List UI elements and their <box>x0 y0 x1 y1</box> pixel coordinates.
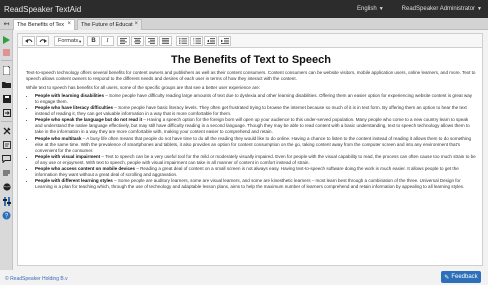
align-justify-icon[interactable] <box>159 36 172 46</box>
bold-icon[interactable]: B <box>87 36 100 46</box>
tools-icon[interactable] <box>2 126 11 135</box>
translate-icon[interactable] <box>2 154 11 163</box>
list-item-text: – A busy life often means that people do… <box>35 135 472 153</box>
lead-paragraph: While text to speech has benefits for al… <box>26 84 261 90</box>
list-item-heading: People with learning disabilities <box>35 93 104 99</box>
export-icon[interactable] <box>2 108 11 117</box>
list-item: People who access content on mobile devi… <box>35 166 476 178</box>
tab-bar: ↤ The Benefits of Tex × The Future of Ed… <box>0 18 488 30</box>
chevron-down-icon: ▼ <box>477 6 482 12</box>
benefits-list: People with learning disabilities – Some… <box>26 93 476 190</box>
open-folder-icon[interactable] <box>2 80 11 89</box>
document-body: Text-to-speech technology offers several… <box>26 70 476 190</box>
language-label: English <box>357 6 377 12</box>
user-name: ReadSpeaker Administrator <box>401 6 476 12</box>
stop-icon[interactable] <box>2 48 11 57</box>
chevron-down-icon: ▼ <box>378 6 384 12</box>
list-item: People who have literacy difficulties – … <box>35 105 476 117</box>
document-editor[interactable]: The Benefits of Text to Speech Text-to-s… <box>17 48 483 266</box>
highlight-icon[interactable] <box>2 168 11 177</box>
bullet-list-icon[interactable] <box>176 36 189 46</box>
intro-paragraph: Text-to-speech technology offers several… <box>26 70 476 81</box>
top-right-menu: English ▼ ReadSpeaker Administrator ▼ <box>357 6 488 12</box>
list-item: People with different learning styles – … <box>35 178 476 190</box>
numbered-list-icon[interactable] <box>190 36 203 46</box>
list-item-heading: People who speak the language but do not… <box>35 117 143 123</box>
collapse-arrow-icon[interactable]: ↤ <box>0 18 13 30</box>
help-icon[interactable]: ? <box>2 211 11 220</box>
copyright-link[interactable]: © ReadSpeaker Holding B.v <box>5 276 68 282</box>
document-title: The Benefits of Text to Speech <box>171 54 331 66</box>
indent-icon[interactable] <box>218 36 231 46</box>
feedback-button[interactable]: ✎ Feedback <box>441 271 481 283</box>
list-item-heading: People who have literacy difficulties <box>35 105 114 111</box>
tab-document-2[interactable]: The Future of Educat × <box>77 19 142 30</box>
list-item-heading: People with visual impairment <box>35 153 101 159</box>
list-item-heading: People with different learning styles <box>35 178 113 184</box>
tab-label: The Benefits of Tex <box>17 22 64 28</box>
align-right-icon[interactable] <box>145 36 158 46</box>
dictionary-icon[interactable] <box>2 140 11 149</box>
close-icon[interactable]: × <box>134 21 138 27</box>
play-icon[interactable] <box>2 35 11 44</box>
language-dropdown[interactable]: English ▼ <box>357 6 384 12</box>
app-title: ReadSpeaker TextAid <box>4 4 82 14</box>
sidebar-divider <box>1 60 12 61</box>
align-left-icon[interactable] <box>117 36 130 46</box>
close-icon[interactable]: × <box>67 21 71 27</box>
user-menu[interactable]: ReadSpeaker Administrator ▼ <box>402 6 482 12</box>
undo-icon[interactable] <box>22 36 35 46</box>
save-icon[interactable] <box>2 94 11 103</box>
list-item: People who speak the language but do not… <box>35 117 476 135</box>
tab-document-1[interactable]: The Benefits of Tex × <box>13 19 75 30</box>
list-item: People who multitask – A busy life often… <box>35 136 476 154</box>
tab-label: The Future of Educat <box>81 22 133 28</box>
list-item-heading: People who access content on mobile devi… <box>35 165 136 171</box>
formats-label: Formats <box>58 38 79 44</box>
redo-icon[interactable] <box>36 36 49 46</box>
editor-toolbar: Formats ▼ B I <box>17 33 483 48</box>
chat-icon: ✎ <box>444 274 450 281</box>
align-center-icon[interactable] <box>131 36 144 46</box>
chevron-down-icon: ▼ <box>78 38 83 44</box>
list-item: People with learning disabilities – Some… <box>35 93 476 105</box>
top-bar: ReadSpeaker TextAid English ▼ ReadSpeaker… <box>0 0 488 18</box>
list-item: People with visual impairment – Text to … <box>35 154 476 166</box>
sidebar-divider <box>1 121 12 122</box>
feedback-label: Feedback <box>451 274 478 280</box>
formats-dropdown[interactable]: Formats ▼ <box>54 36 84 46</box>
globe-icon[interactable] <box>2 182 11 191</box>
left-sidebar: ? <box>0 30 13 270</box>
italic-icon[interactable]: I <box>101 36 114 46</box>
list-item-heading: People who multitask <box>35 135 82 141</box>
outdent-icon[interactable] <box>204 36 217 46</box>
list-item-text: – Text to speech can be a very useful to… <box>35 153 476 165</box>
new-document-icon[interactable] <box>2 66 11 75</box>
settings-icon[interactable] <box>2 197 11 206</box>
